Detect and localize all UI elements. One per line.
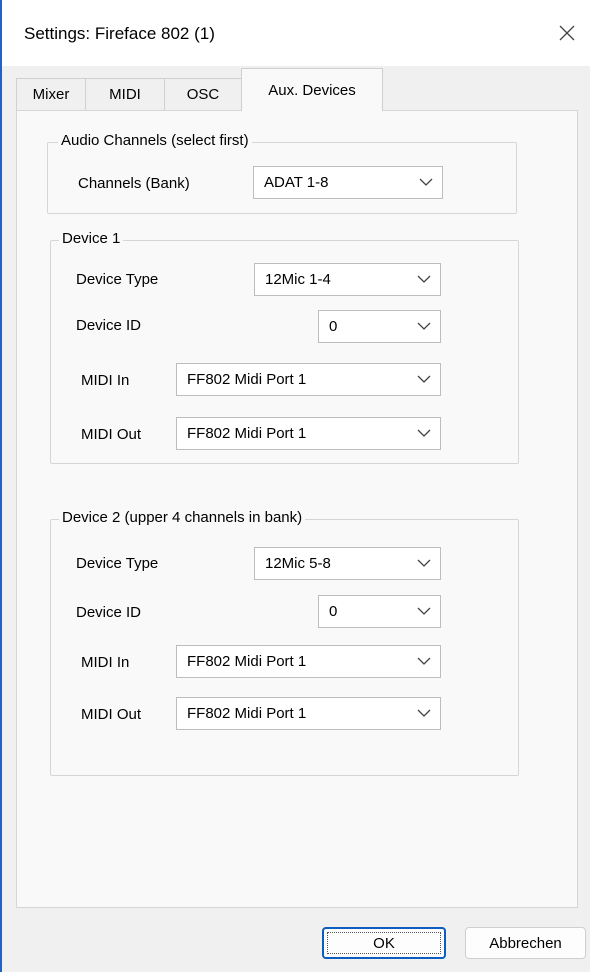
channels-bank-dropdown[interactable]: ADAT 1-8 xyxy=(253,166,443,199)
window-title: Settings: Fireface 802 (1) xyxy=(24,24,215,43)
chevron-down-icon xyxy=(417,709,431,717)
device1-group: Device 1 Device Type 12Mic 1-4 Device ID… xyxy=(50,230,519,464)
cancel-button[interactable]: Abbrechen xyxy=(465,927,586,959)
device2-group-title: Device 2 (upper 4 channels in bank) xyxy=(59,509,306,526)
device1-midi-in-label: MIDI In xyxy=(81,372,130,389)
focus-rectangle xyxy=(327,932,441,954)
device2-midi-in-dropdown[interactable]: FF802 Midi Port 1 xyxy=(176,645,441,678)
device1-group-title: Device 1 xyxy=(59,230,124,247)
device2-id-dropdown[interactable]: 0 xyxy=(318,595,441,628)
tab-midi-label: MIDI xyxy=(109,86,141,103)
tab-mixer-label: Mixer xyxy=(32,86,70,103)
device1-midi-in-dropdown[interactable]: FF802 Midi Port 1 xyxy=(176,363,441,396)
audio-channels-group: Audio Channels (select first) Channels (… xyxy=(47,132,517,214)
device2-group: Device 2 (upper 4 channels in bank) Devi… xyxy=(50,509,519,776)
device2-midi-out-value: FF802 Midi Port 1 xyxy=(187,705,307,722)
tab-osc-label: OSC xyxy=(186,86,220,103)
device2-type-value: 12Mic 5-8 xyxy=(265,555,331,572)
device1-midi-in-value: FF802 Midi Port 1 xyxy=(187,371,307,388)
channels-bank-label: Channels (Bank) xyxy=(78,175,190,192)
device1-id-label: Device ID xyxy=(76,317,142,334)
chevron-down-icon xyxy=(417,322,431,330)
settings-dialog: Settings: Fireface 802 (1) Mixer MIDI OS… xyxy=(0,0,590,972)
device1-midi-out-label: MIDI Out xyxy=(81,426,142,443)
device2-type-label: Device Type xyxy=(76,555,159,572)
device1-type-value: 12Mic 1-4 xyxy=(265,271,331,288)
close-icon xyxy=(559,25,575,41)
tab-mixer[interactable]: Mixer xyxy=(16,78,86,110)
chevron-down-icon xyxy=(417,429,431,437)
device2-midi-in-value: FF802 Midi Port 1 xyxy=(187,653,307,670)
tab-panel-aux-devices: Audio Channels (select first) Channels (… xyxy=(16,110,578,908)
tab-aux-devices[interactable]: Aux. Devices xyxy=(241,68,383,111)
tab-aux-devices-label: Aux. Devices xyxy=(268,81,356,99)
chevron-down-icon xyxy=(417,607,431,615)
device2-midi-in-label: MIDI In xyxy=(81,654,130,671)
channels-bank-value: ADAT 1-8 xyxy=(264,174,329,191)
chevron-down-icon xyxy=(417,657,431,665)
ok-button[interactable]: OK xyxy=(322,927,446,959)
device1-midi-out-value: FF802 Midi Port 1 xyxy=(187,425,307,442)
chevron-down-icon xyxy=(419,178,433,186)
device2-midi-out-label: MIDI Out xyxy=(81,706,142,723)
device1-type-dropdown[interactable]: 12Mic 1-4 xyxy=(254,263,441,296)
tab-midi[interactable]: MIDI xyxy=(85,78,165,110)
device2-id-label: Device ID xyxy=(76,604,142,621)
chevron-down-icon xyxy=(417,275,431,283)
close-button[interactable] xyxy=(544,10,590,56)
device1-id-value: 0 xyxy=(329,318,338,335)
device2-midi-out-dropdown[interactable]: FF802 Midi Port 1 xyxy=(176,697,441,730)
tab-osc[interactable]: OSC xyxy=(164,78,242,110)
title-bar[interactable]: Settings: Fireface 802 (1) xyxy=(2,0,590,66)
device2-type-dropdown[interactable]: 12Mic 5-8 xyxy=(254,547,441,580)
chevron-down-icon xyxy=(417,559,431,567)
chevron-down-icon xyxy=(417,375,431,383)
cancel-button-label: Abbrechen xyxy=(489,934,562,952)
device2-id-value: 0 xyxy=(329,603,338,620)
device1-id-dropdown[interactable]: 0 xyxy=(318,310,441,343)
device1-type-label: Device Type xyxy=(76,271,159,288)
audio-channels-group-title: Audio Channels (select first) xyxy=(58,132,252,149)
device1-midi-out-dropdown[interactable]: FF802 Midi Port 1 xyxy=(176,417,441,450)
